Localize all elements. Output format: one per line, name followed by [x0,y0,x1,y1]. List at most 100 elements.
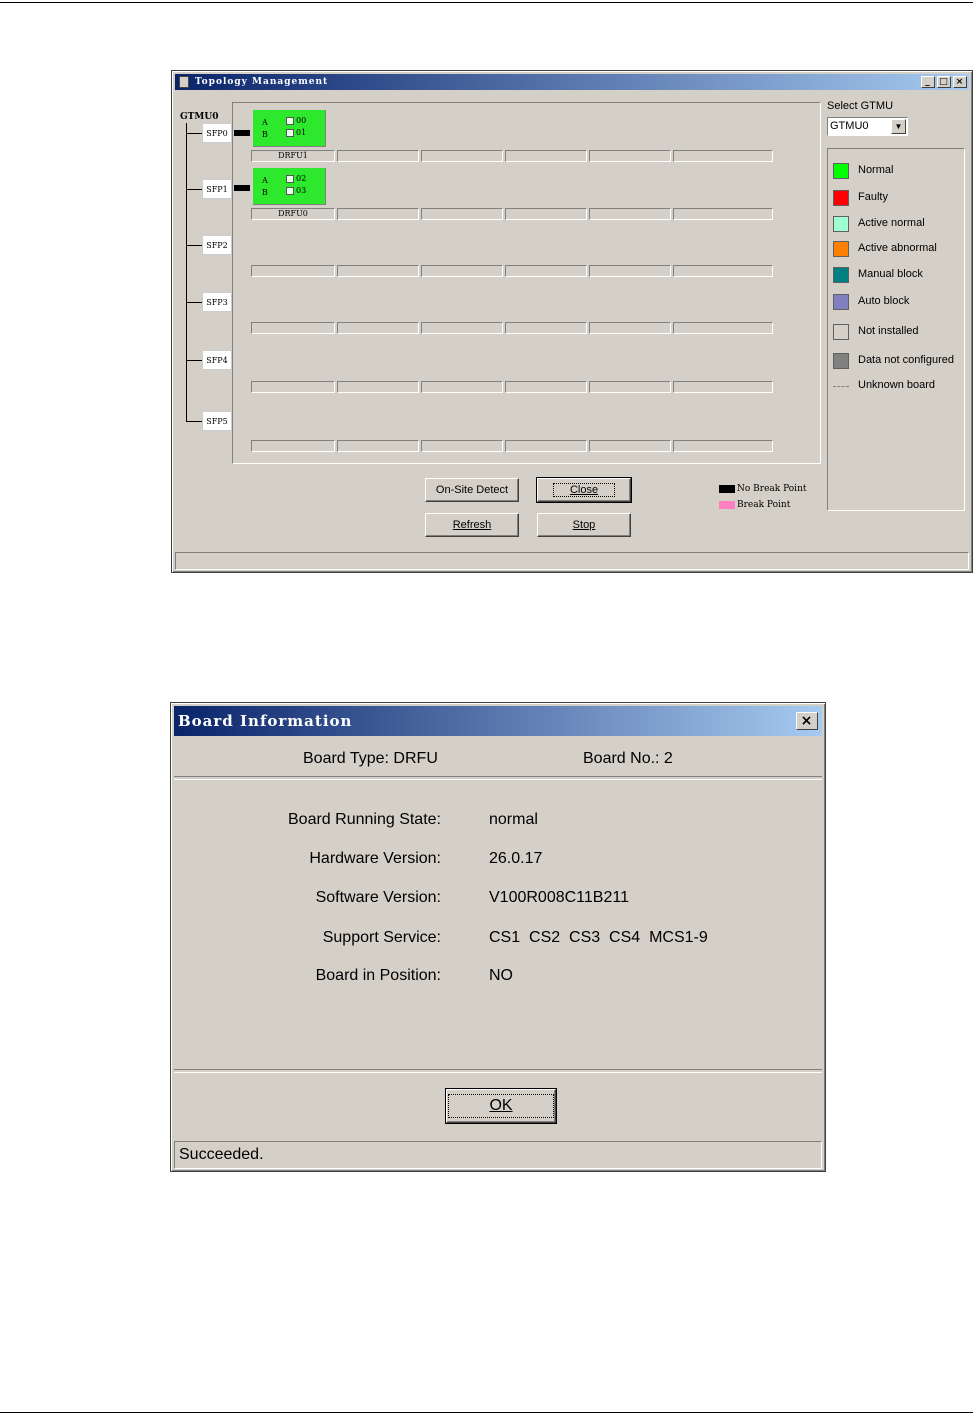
empty-slot[interactable] [421,440,503,452]
maximize-icon[interactable]: □ [937,76,951,88]
empty-slot[interactable] [505,150,587,162]
empty-slot[interactable] [251,440,335,452]
field-value: 26.0.17 [489,850,543,867]
gtmu-select-value: GTMU0 [830,120,869,132]
sfp-port-5[interactable]: SFP5 [202,411,232,431]
page-bottom-rule [0,1412,973,1413]
field-label: Hardware Version: [309,850,441,867]
empty-slot[interactable] [589,440,671,452]
cell-item[interactable]: 01 [286,128,306,137]
close-button-label: Close [552,483,616,497]
legend-swatch [833,216,849,232]
dialog-titlebar[interactable]: Board Information × [174,706,822,736]
empty-slot[interactable] [421,208,503,220]
port-b-label: B [262,188,268,197]
port-a-label: A [262,118,268,127]
gtmu-select[interactable]: GTMU0 ▼ [827,117,908,136]
empty-slot[interactable] [673,208,773,220]
empty-slot[interactable] [589,381,671,393]
cell-item[interactable]: 00 [286,116,306,125]
window-title: Topology Management [195,77,329,87]
port-a-label: A [262,176,268,185]
board-drfu0[interactable]: A B 02 03 [253,168,326,205]
chevron-down-icon[interactable]: ▼ [891,119,906,134]
close-button[interactable]: Close [536,477,632,503]
sfp-port-3[interactable]: SFP3 [202,292,232,312]
empty-slot[interactable] [505,381,587,393]
empty-slot[interactable] [673,322,773,334]
legend-swatch [833,190,849,206]
empty-slot[interactable] [589,265,671,277]
stop-button[interactable]: Stop [537,513,631,537]
empty-slot[interactable] [337,440,419,452]
empty-slot[interactable] [337,322,419,334]
status-legend: Normal Faulty Active normal Active abnor… [827,148,965,511]
minimize-icon[interactable]: _ [921,76,935,88]
dialog-title: Board Information [178,712,353,730]
app-icon [179,76,189,88]
empty-slot[interactable] [673,381,773,393]
empty-slot[interactable] [589,322,671,334]
empty-slot[interactable] [421,322,503,334]
field-value: V100R008C11B211 [489,889,629,906]
sfp-port-4[interactable]: SFP4 [202,350,232,370]
empty-slot[interactable] [251,322,335,334]
cell-checkbox-icon [286,129,294,137]
sfp-port-2[interactable]: SFP2 [202,235,232,255]
empty-slot[interactable] [589,150,671,162]
board-drfu1[interactable]: A B 00 01 [253,110,326,147]
ok-button-label: OK [448,1094,554,1118]
empty-slot[interactable] [505,208,587,220]
select-gtmu-label: Select GTMU [827,100,894,112]
empty-slot[interactable] [421,265,503,277]
break-point-legend: Break Point [719,500,790,510]
board-information-dialog: Board Information × Board Type: DRFU Boa… [170,702,826,1172]
empty-slot[interactable] [337,381,419,393]
onsite-detect-button[interactable]: On-Site Detect [425,478,519,502]
empty-slot[interactable] [251,265,335,277]
empty-slot[interactable] [673,265,773,277]
empty-slot[interactable] [505,322,587,334]
tree-branch [186,302,202,303]
field-label: Software Version: [315,889,441,906]
status-bar [175,552,969,570]
empty-slot[interactable] [251,381,335,393]
legend-swatch [833,267,849,283]
topology-window: Topology Management _ □ × GTMU0 SFP0 A B… [171,70,973,573]
empty-slot[interactable] [421,381,503,393]
field-value: NO [489,967,513,984]
empty-slot[interactable] [505,265,587,277]
empty-slot[interactable] [673,440,773,452]
empty-slot[interactable] [337,265,419,277]
legend-swatch [719,500,735,509]
close-icon[interactable]: × [953,76,967,88]
cell-checkbox-icon [286,117,294,125]
no-break-link [234,130,250,136]
topology-titlebar[interactable]: Topology Management _ □ × [175,74,969,90]
empty-slot[interactable] [505,440,587,452]
slot-row-5 [251,440,773,452]
empty-slot[interactable] [421,150,503,162]
ok-button[interactable]: OK [445,1088,557,1124]
empty-slot[interactable] [673,150,773,162]
cell-item[interactable]: 03 [286,186,306,195]
field-label: Board in Position: [315,967,441,984]
cell-checkbox-icon [286,175,294,183]
divider [174,776,822,780]
sfp-port-1[interactable]: SFP1 [202,179,232,199]
tree-branch [186,360,202,361]
refresh-button[interactable]: Refresh [425,513,519,537]
empty-slot[interactable] [337,208,419,220]
cell-item[interactable]: 02 [286,174,306,183]
page-top-rule [0,2,973,3]
empty-slot[interactable] [589,208,671,220]
dashed-line-icon [833,386,849,387]
slot-row-2 [251,265,773,277]
legend-swatch [833,294,849,310]
field-label: Board Running State: [288,811,441,828]
sfp-port-0[interactable]: SFP0 [202,123,232,143]
empty-slot[interactable] [337,150,419,162]
close-icon[interactable]: × [796,712,818,730]
legend-swatch [833,163,849,179]
gtmu-root-label: GTMU0 [180,112,219,122]
